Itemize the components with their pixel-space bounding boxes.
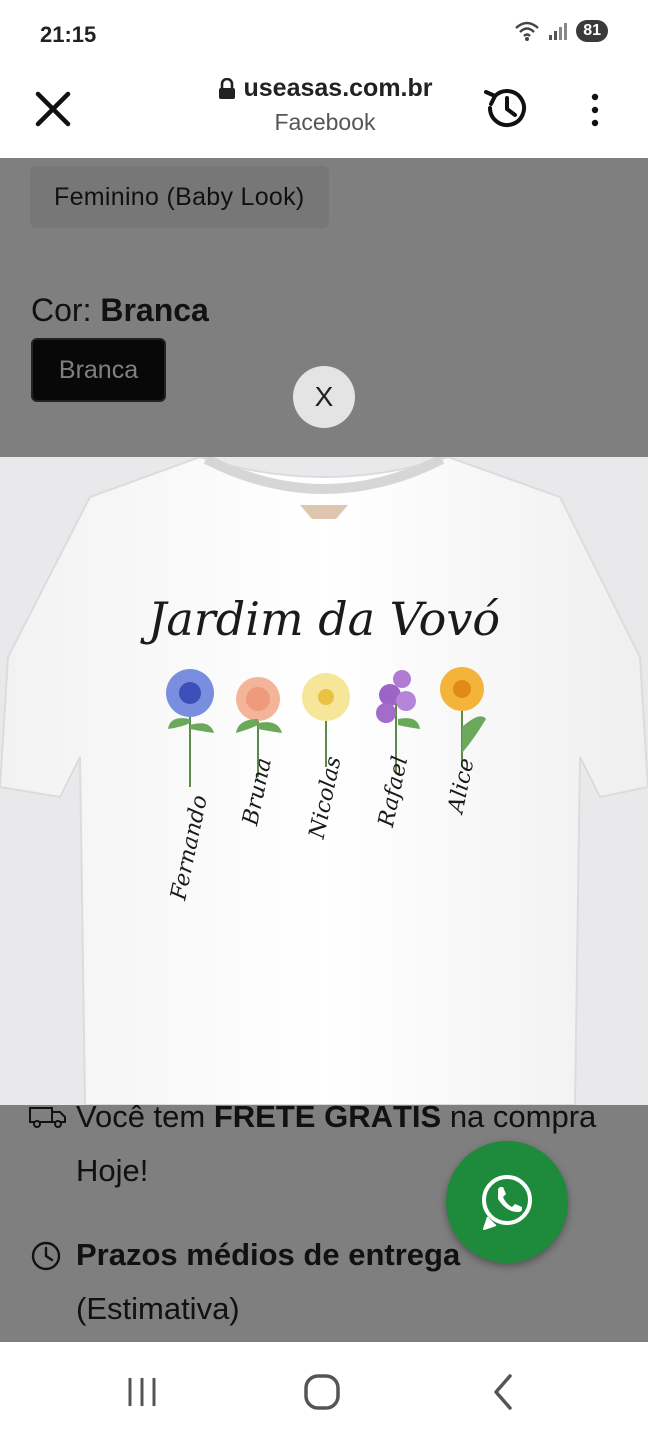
history-icon[interactable] — [480, 82, 532, 134]
url-source: Facebook — [274, 109, 376, 135]
status-icons: 81 — [514, 20, 608, 42]
wifi-icon — [515, 21, 540, 41]
popup-close-button[interactable]: X — [293, 366, 355, 428]
tshirt-image: Jardim da Vovó Fernando Bruna Nicolas Ra… — [0, 457, 648, 1105]
home-icon[interactable] — [302, 1372, 342, 1412]
design-title: Jardim da Vovó — [140, 592, 500, 646]
status-bar: 21:15 81 — [0, 0, 648, 66]
close-tab-icon[interactable] — [30, 86, 76, 132]
url-display[interactable]: useasas.com.br Facebook — [180, 74, 470, 136]
system-navigation-bar — [0, 1342, 648, 1440]
product-image-popup: Jardim da Vovó Fernando Bruna Nicolas Ra… — [0, 457, 648, 1105]
lock-icon — [218, 77, 235, 99]
url-text: useasas.com.br — [243, 74, 433, 102]
more-options-icon[interactable] — [584, 88, 606, 134]
battery-indicator: 81 — [576, 20, 608, 42]
recent-apps-icon[interactable] — [122, 1372, 162, 1412]
whatsapp-icon — [482, 1175, 532, 1230]
browser-toolbar: useasas.com.br Facebook — [0, 66, 648, 158]
whatsapp-button[interactable] — [446, 1141, 568, 1263]
back-icon[interactable] — [484, 1372, 524, 1412]
status-time: 21:15 — [40, 22, 97, 47]
signal-icon — [549, 23, 568, 40]
